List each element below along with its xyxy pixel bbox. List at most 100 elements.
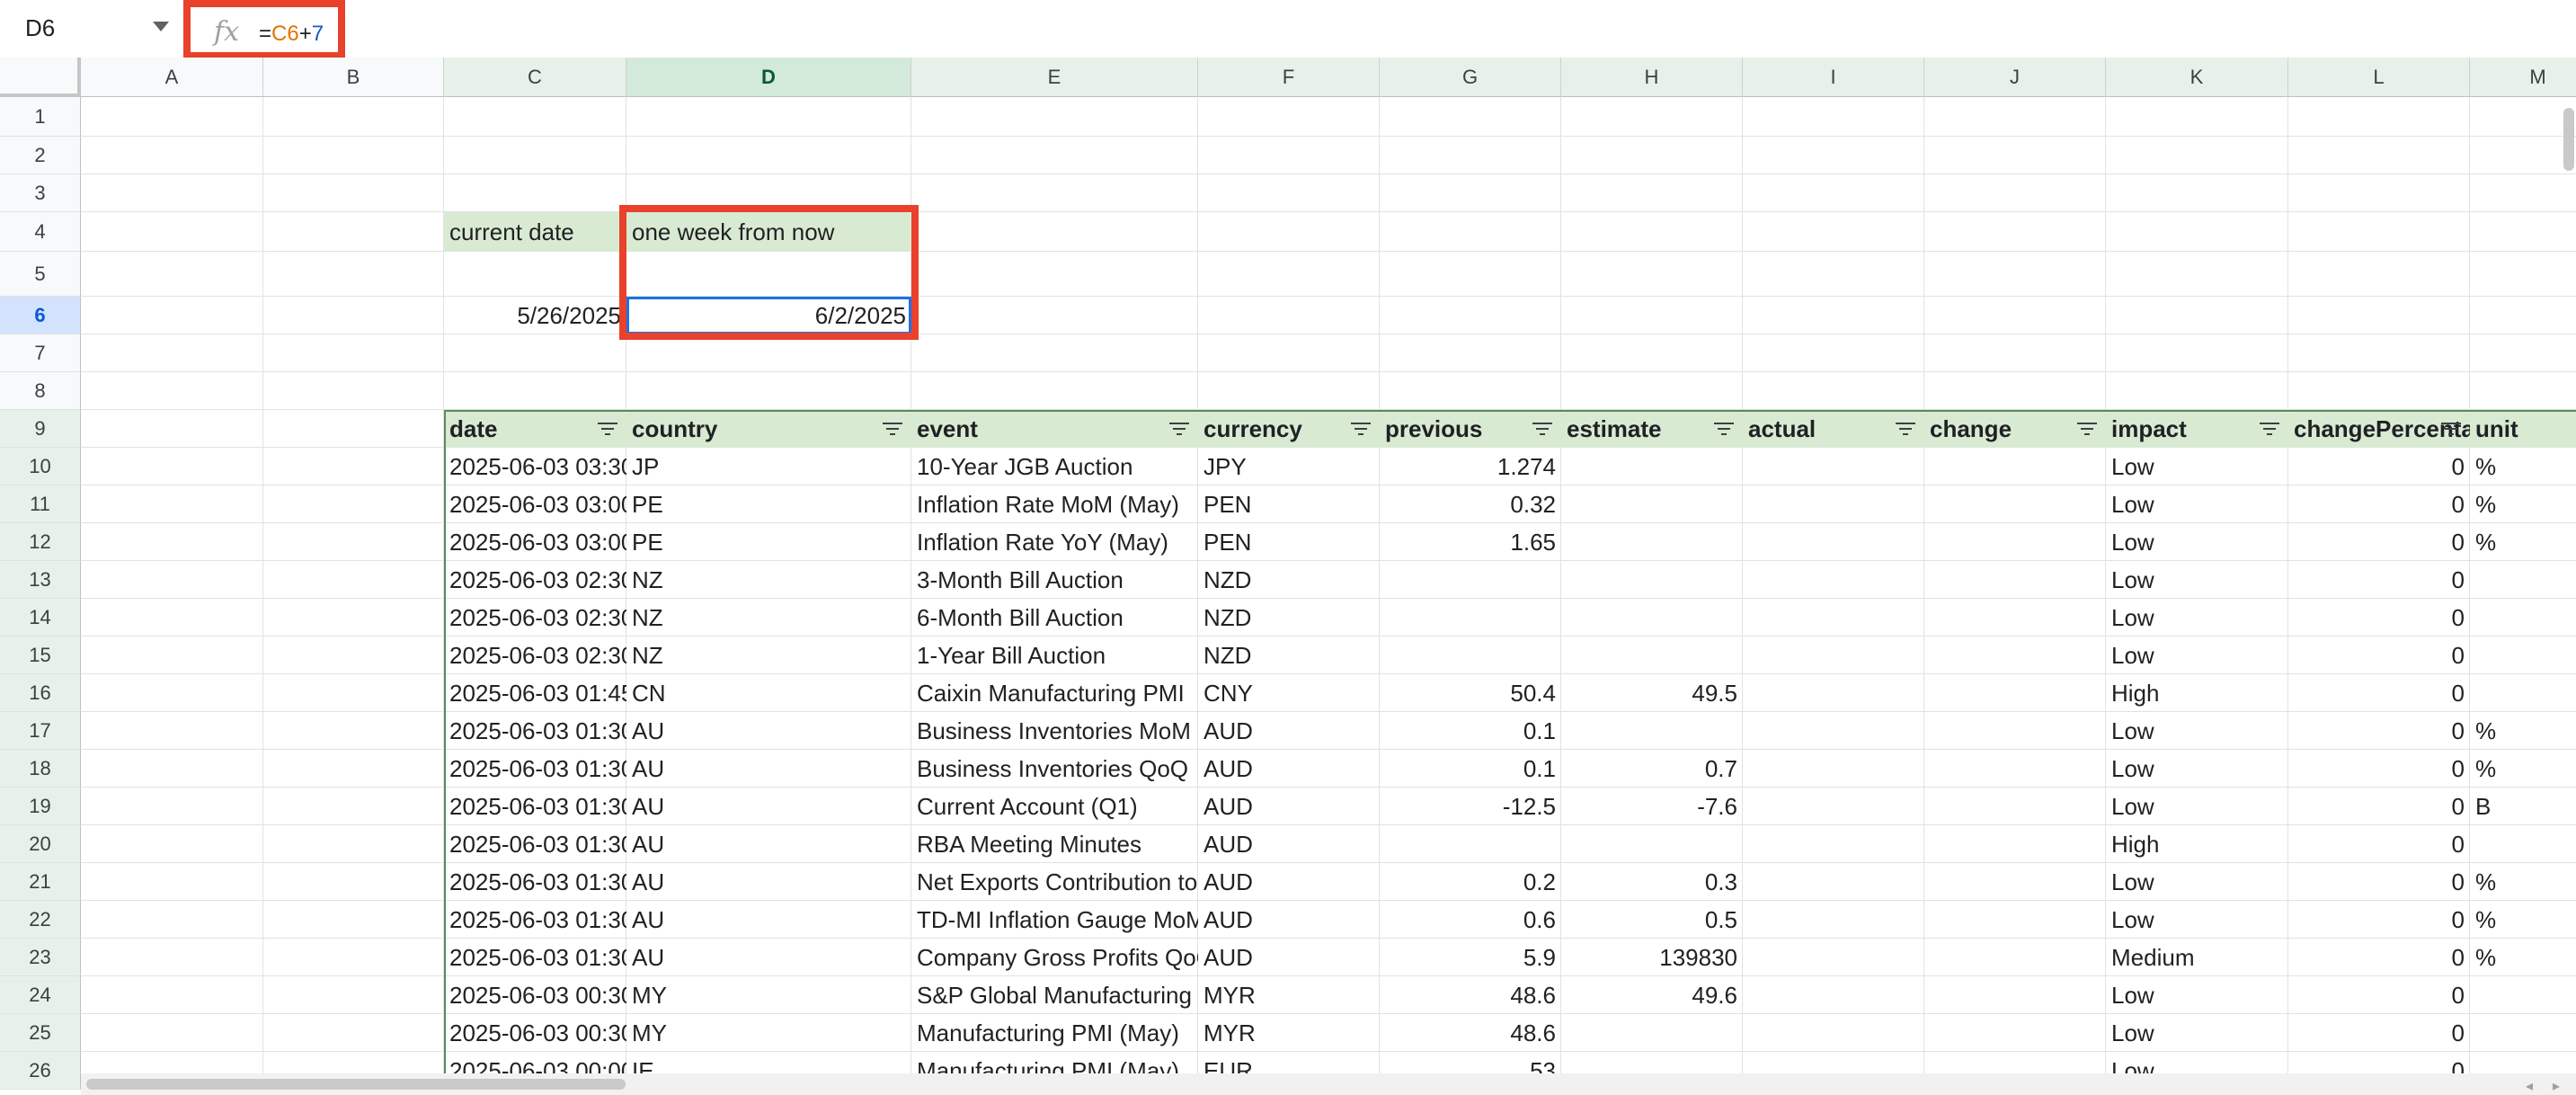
- table-cell[interactable]: NZD: [1198, 637, 1380, 674]
- table-cell[interactable]: 0: [2288, 712, 2470, 750]
- row-header-19[interactable]: 19: [0, 788, 81, 825]
- row-header-13[interactable]: 13: [0, 561, 81, 599]
- table-cell[interactable]: %: [2470, 448, 2576, 485]
- row-header-4[interactable]: 4: [0, 212, 81, 252]
- table-cell[interactable]: %: [2470, 939, 2576, 976]
- select-all-corner[interactable]: [0, 58, 81, 97]
- table-cell[interactable]: Inflation Rate MoM (May): [911, 485, 1198, 523]
- table-header-currency[interactable]: currency: [1198, 410, 1380, 448]
- table-cell[interactable]: 139830: [1561, 939, 1743, 976]
- table-cell[interactable]: 2025-06-03 01:45:00: [444, 674, 626, 712]
- column-header-b[interactable]: B: [263, 58, 444, 97]
- table-cell[interactable]: Medium: [2106, 939, 2288, 976]
- row-header-2[interactable]: 2: [0, 137, 81, 174]
- table-cell[interactable]: 48.6: [1380, 976, 1561, 1014]
- table-cell[interactable]: 49.5: [1561, 674, 1743, 712]
- table-cell[interactable]: Low: [2106, 485, 2288, 523]
- table-header-previous[interactable]: previous: [1380, 410, 1561, 448]
- filter-icon[interactable]: [1714, 423, 1734, 437]
- table-cell[interactable]: 2025-06-03 01:30:00: [444, 788, 626, 825]
- row-header-10[interactable]: 10: [0, 448, 81, 485]
- table-cell[interactable]: 0.7: [1561, 750, 1743, 788]
- table-cell[interactable]: -7.6: [1561, 788, 1743, 825]
- table-cell[interactable]: AUD: [1198, 825, 1380, 863]
- table-cell[interactable]: Low: [2106, 1014, 2288, 1052]
- column-header-k[interactable]: K: [2106, 58, 2288, 97]
- table-cell[interactable]: Current Account (Q1): [911, 788, 1198, 825]
- table-cell[interactable]: 0: [2288, 901, 2470, 939]
- table-cell[interactable]: Business Inventories QoQ: [911, 750, 1198, 788]
- table-cell[interactable]: 2025-06-03 01:30:00: [444, 901, 626, 939]
- row-header-11[interactable]: 11: [0, 485, 81, 523]
- table-header-unit[interactable]: unit: [2470, 410, 2576, 448]
- table-cell[interactable]: AU: [626, 750, 911, 788]
- table-cell[interactable]: 48.6: [1380, 1014, 1561, 1052]
- column-header-m[interactable]: M: [2470, 58, 2576, 97]
- column-header-i[interactable]: I: [1743, 58, 1924, 97]
- table-cell[interactable]: %: [2470, 485, 2576, 523]
- table-cell[interactable]: AUD: [1198, 788, 1380, 825]
- table-cell[interactable]: 1.65: [1380, 523, 1561, 561]
- column-header-f[interactable]: F: [1198, 58, 1380, 97]
- table-cell[interactable]: Low: [2106, 523, 2288, 561]
- row-header-6[interactable]: 6: [0, 297, 81, 334]
- table-cell[interactable]: High: [2106, 674, 2288, 712]
- horizontal-scroll-thumb[interactable]: [86, 1079, 626, 1090]
- table-cell[interactable]: Inflation Rate YoY (May): [911, 523, 1198, 561]
- column-header-c[interactable]: C: [444, 58, 626, 97]
- table-cell[interactable]: 10-Year JGB Auction: [911, 448, 1198, 485]
- column-header-j[interactable]: J: [1924, 58, 2106, 97]
- table-cell[interactable]: Low: [2106, 561, 2288, 599]
- row-header-21[interactable]: 21: [0, 863, 81, 901]
- table-cell[interactable]: NZD: [1198, 561, 1380, 599]
- table-cell[interactable]: PE: [626, 485, 911, 523]
- table-cell[interactable]: 6-Month Bill Auction: [911, 599, 1198, 637]
- table-cell[interactable]: %: [2470, 523, 2576, 561]
- row-header-9[interactable]: 9: [0, 410, 81, 448]
- table-cell[interactable]: S&P Global Manufacturing PMI: [911, 976, 1198, 1014]
- filter-icon[interactable]: [2441, 423, 2461, 437]
- table-cell[interactable]: MYR: [1198, 1014, 1380, 1052]
- table-cell[interactable]: PE: [626, 523, 911, 561]
- table-cell[interactable]: NZ: [626, 637, 911, 674]
- table-cell[interactable]: B: [2470, 788, 2576, 825]
- table-header-actual[interactable]: actual: [1743, 410, 1924, 448]
- table-cell[interactable]: Low: [2106, 976, 2288, 1014]
- table-cell[interactable]: JP: [626, 448, 911, 485]
- row-header-18[interactable]: 18: [0, 750, 81, 788]
- horizontal-scrollbar[interactable]: ◂ ▸: [81, 1073, 2576, 1095]
- table-cell[interactable]: 0: [2288, 939, 2470, 976]
- table-cell[interactable]: 50.4: [1380, 674, 1561, 712]
- table-cell[interactable]: Caixin Manufacturing PMI: [911, 674, 1198, 712]
- table-cell[interactable]: 2025-06-03 01:30:00: [444, 712, 626, 750]
- table-header-date[interactable]: date: [444, 410, 626, 448]
- table-cell[interactable]: %: [2470, 750, 2576, 788]
- table-cell[interactable]: CN: [626, 674, 911, 712]
- table-cell[interactable]: 2025-06-03 01:30:00: [444, 863, 626, 901]
- scroll-right-icon[interactable]: ▸: [2553, 1077, 2560, 1095]
- table-cell[interactable]: 0.1: [1380, 750, 1561, 788]
- table-header-changepercentage[interactable]: changePercentage: [2288, 410, 2470, 448]
- table-cell[interactable]: 0: [2288, 1014, 2470, 1052]
- row-header-23[interactable]: 23: [0, 939, 81, 976]
- table-cell[interactable]: AU: [626, 788, 911, 825]
- table-cell[interactable]: Low: [2106, 599, 2288, 637]
- filter-icon[interactable]: [598, 423, 617, 437]
- filter-icon[interactable]: [2260, 423, 2279, 437]
- table-cell[interactable]: 0: [2288, 788, 2470, 825]
- table-cell[interactable]: 0: [2288, 523, 2470, 561]
- table-cell[interactable]: %: [2470, 712, 2576, 750]
- table-cell[interactable]: AU: [626, 825, 911, 863]
- table-cell[interactable]: 2025-06-03 03:30:00: [444, 448, 626, 485]
- row-header-20[interactable]: 20: [0, 825, 81, 863]
- table-cell[interactable]: Low: [2106, 637, 2288, 674]
- row-header-16[interactable]: 16: [0, 674, 81, 712]
- filter-icon[interactable]: [1169, 423, 1189, 437]
- row-header-15[interactable]: 15: [0, 637, 81, 674]
- table-cell[interactable]: PEN: [1198, 523, 1380, 561]
- table-header-impact[interactable]: impact: [2106, 410, 2288, 448]
- table-cell[interactable]: AUD: [1198, 901, 1380, 939]
- table-header-change[interactable]: change: [1924, 410, 2106, 448]
- table-cell[interactable]: NZ: [626, 561, 911, 599]
- row-header-17[interactable]: 17: [0, 712, 81, 750]
